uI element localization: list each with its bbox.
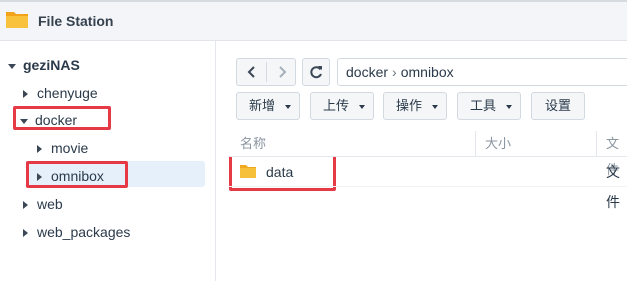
folder-icon [240, 165, 256, 178]
file-station-icon [6, 12, 28, 28]
tools-button[interactable]: 工具 [457, 92, 521, 120]
caret-down-icon [285, 105, 291, 109]
chevron-right-icon[interactable] [37, 145, 42, 154]
tree-item-label: chenyuge [37, 85, 98, 101]
tree-root-gezinas[interactable]: geziNAS [8, 53, 80, 77]
chevron-down-icon[interactable] [8, 63, 16, 69]
file-row[interactable]: data 文件 [229, 157, 627, 210]
settings-button[interactable]: 设置 [531, 92, 585, 120]
app-title: File Station [38, 13, 114, 29]
title-bar: File Station [0, 0, 627, 41]
tree-item-movie[interactable]: movie [37, 136, 88, 160]
annotation-box-omnibox [26, 161, 128, 188]
chevron-left-icon [247, 66, 255, 78]
action-button-label: 操作 [396, 98, 423, 113]
tree-item-chenyuge[interactable]: chenyuge [23, 81, 98, 105]
column-header-size[interactable]: 大小 [485, 131, 511, 157]
tree-item-label: web [37, 196, 63, 212]
tree-item-web[interactable]: web [23, 192, 63, 216]
file-type: 文件 [606, 164, 620, 210]
settings-button-label: 设置 [545, 98, 572, 113]
column-divider[interactable] [475, 131, 476, 157]
path-bar[interactable]: docker › omnibox [337, 58, 627, 86]
caret-down-icon [359, 105, 365, 109]
caret-down-icon [506, 105, 512, 109]
upload-button-label: 上传 [323, 98, 350, 113]
refresh-icon [310, 66, 322, 79]
chevron-right-icon[interactable] [23, 201, 28, 210]
column-header-type[interactable]: 文件 [606, 131, 627, 177]
upload-button[interactable]: 上传 [310, 92, 374, 120]
caret-down-icon [432, 105, 438, 109]
action-button[interactable]: 操作 [383, 92, 447, 120]
create-button[interactable]: 新增 [236, 92, 300, 120]
back-button[interactable] [237, 59, 266, 85]
nav-button-group [236, 58, 296, 86]
chevron-right-icon[interactable] [23, 229, 28, 238]
title-bar-border [0, 0, 627, 2]
chevron-right-icon[interactable] [23, 90, 28, 99]
tree-item-label: movie [51, 140, 89, 156]
tree-root-label: geziNAS [23, 57, 80, 73]
tools-button-label: 工具 [470, 98, 497, 113]
file-name: data [266, 164, 294, 180]
tree-item-web-packages[interactable]: web_packages [23, 220, 130, 244]
chevron-right-icon [278, 66, 286, 78]
column-divider[interactable] [596, 131, 597, 157]
breadcrumb-omnibox[interactable]: omnibox [401, 64, 454, 80]
create-button-label: 新增 [249, 98, 276, 113]
column-header-name[interactable]: 名称 [240, 131, 266, 157]
tree-item-label: web_packages [37, 224, 131, 240]
refresh-button[interactable] [302, 58, 330, 86]
breadcrumb-docker[interactable]: docker [346, 64, 388, 80]
forward-button[interactable] [267, 59, 296, 85]
file-list-header: 名称 大小 文件 [229, 131, 627, 177]
breadcrumb-separator: › [392, 64, 397, 80]
annotation-box-docker [13, 106, 111, 130]
